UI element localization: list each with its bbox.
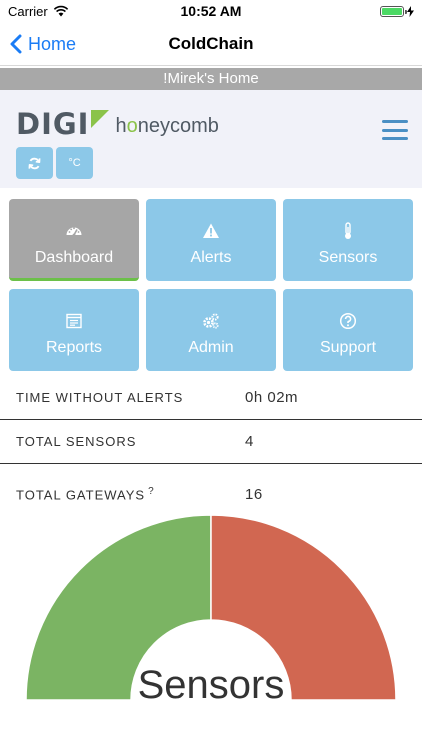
warning-icon [203,223,219,238]
battery-fill [382,7,402,15]
gateways-help-icon[interactable]: ? [148,486,155,497]
stat-value: 4 [245,433,254,450]
stat-value: 16 [245,485,263,503]
tile-label: Alerts [190,249,232,266]
charging-bolt-icon [407,5,414,17]
battery-indicator [380,5,414,17]
stat-label: TOTAL SENSORS [16,434,137,449]
app-header: DIGI honeycomb °C [0,90,422,188]
tile-sensors[interactable]: Sensors [283,199,413,281]
back-button-label: Home [28,33,77,54]
help-icon [339,312,357,330]
page-title: ColdChain [168,33,254,53]
tile-support[interactable]: Support [283,289,413,371]
home-name-banner: !Mirek's Home [0,68,422,90]
tile-label: Sensors [318,249,378,266]
stat-label: TIME WITHOUT ALERTS [16,390,184,405]
tile-label: Dashboard [34,249,114,266]
status-left: Carrier [8,4,69,19]
logo-product-text: honeycomb [115,115,219,137]
thermometer-icon [345,222,351,239]
refresh-button[interactable] [16,147,53,179]
sensors-gauge-chart: Sensors [25,514,397,707]
gears-icon [203,313,219,329]
tile-label: Support [319,339,377,356]
chevron-left-icon [10,34,22,54]
stats-table: TIME WITHOUT ALERTS 0h 02m TOTAL SENSORS… [0,376,422,524]
tile-admin[interactable]: Admin [146,289,276,371]
stat-row-time-without-alerts: TIME WITHOUT ALERTS 0h 02m [0,376,422,420]
battery-cap [405,9,407,14]
logo-brand-text: DIGI [16,107,90,141]
hamburger-menu-icon[interactable] [382,120,408,140]
gauge-title: Sensors [138,663,285,707]
back-button[interactable]: Home [10,22,76,66]
dashboard-icon [66,227,82,237]
tile-alerts[interactable]: Alerts [146,199,276,281]
tile-reports[interactable]: Reports [9,289,139,371]
stat-value: 0h 02m [245,389,299,406]
tile-label: Reports [45,339,103,356]
report-icon [66,313,82,329]
logo-mark-icon [91,110,110,128]
navigation-bar: Home ColdChain [0,22,422,66]
tile-label: Admin [188,339,234,356]
navigation-tiles: Dashboard Alerts Sensors Reports Admin S… [9,199,413,371]
digi-honeycomb-logo: DIGI honeycomb [16,107,219,141]
status-bar: Carrier 10:52 AM [0,0,422,22]
battery-icon [380,5,407,17]
refresh-icon [28,157,41,169]
carrier-label: Carrier [8,3,48,19]
stat-label: TOTAL GATEWAYS? [16,485,155,503]
stat-row-total-sensors: TOTAL SENSORS 4 [0,420,422,464]
temperature-unit-button[interactable]: °C [56,147,93,179]
wifi-icon [53,5,68,17]
tile-dashboard[interactable]: Dashboard [9,199,139,281]
